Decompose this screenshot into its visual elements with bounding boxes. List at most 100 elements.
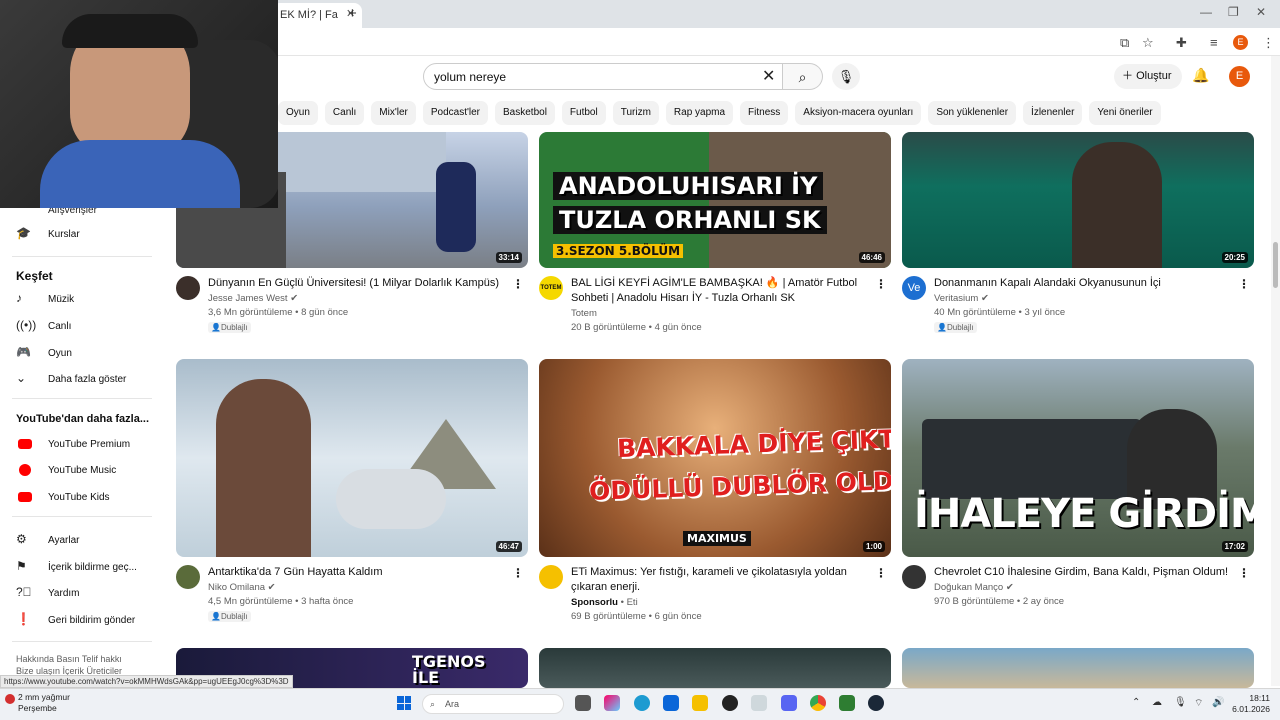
filter-chip[interactable]: Rap yapma — [665, 101, 734, 125]
sidebar-item-report-history[interactable]: ⚑ İçerik bildirme geç... — [16, 557, 137, 575]
video-thumbnail[interactable]: ANADOLUHISARI İY TUZLA ORHANLI SK 3.SEZO… — [539, 132, 891, 268]
install-app-icon[interactable]: ⧉ — [1120, 35, 1129, 51]
channel-name[interactable]: Jesse James West ✔ — [208, 292, 298, 306]
video-thumbnail[interactable]: BAKKALA DİYE ÇIKTI, ÖDÜLLÜ DUBLÖR OLDU! … — [539, 359, 891, 557]
video-thumbnail[interactable]: 20:25 — [902, 132, 1254, 268]
scrollbar-thumb[interactable] — [1273, 242, 1278, 288]
microphone-tray-icon[interactable]: 🎙 — [1174, 697, 1187, 708]
channel-avatar[interactable]: Ve — [902, 276, 926, 300]
sidebar-item-help[interactable]: ?⃝ Yardım — [16, 583, 80, 601]
video-thumbnail[interactable] — [539, 648, 891, 688]
filter-chip[interactable]: Fitness — [740, 101, 789, 125]
app-icon[interactable] — [751, 695, 767, 711]
advertiser-name[interactable]: Eti — [627, 597, 638, 608]
wifi-icon[interactable]: ⌔ — [1194, 697, 1203, 710]
restore-icon[interactable]: ❐ — [1228, 5, 1239, 19]
bookmark-star-icon[interactable]: ☆ — [1142, 35, 1154, 51]
sidebar-item-gaming[interactable]: 🎮 Oyun — [16, 343, 72, 361]
channel-name[interactable]: Niko Omilana ✔ — [208, 581, 276, 595]
search-icon: ⌕ — [430, 699, 436, 709]
browser-profile-avatar[interactable]: E — [1233, 35, 1248, 50]
sidebar-item-youtube-premium[interactable]: YouTube Premium — [16, 434, 130, 452]
video-thumbnail[interactable]: İHALEYE GİRDİM 17:02 — [902, 359, 1254, 557]
filter-chip[interactable]: Mix'ler — [371, 101, 416, 125]
new-tab-button[interactable]: + — [348, 5, 357, 22]
media-control-icon[interactable]: ≡ — [1210, 35, 1218, 50]
search-input[interactable]: yolum nereye — [423, 63, 783, 90]
channel-name-text: Veritasium — [934, 293, 979, 304]
weather-widget[interactable]: 2 mm yağmur Perşembe — [18, 692, 70, 714]
filter-chip[interactable]: Yeni öneriler — [1089, 101, 1161, 125]
channel-avatar[interactable]: TOTEM — [539, 276, 563, 300]
filter-chip[interactable]: Aksiyon-macera oyunları — [795, 101, 922, 125]
sidebar-show-more[interactable]: ⌄ Daha fazla göster — [16, 369, 126, 387]
channel-avatar[interactable] — [539, 565, 563, 589]
sidebar-item-settings[interactable]: ⚙ Ayarlar — [16, 530, 80, 548]
clear-search-icon[interactable]: ✕ — [762, 66, 775, 86]
windows-start-button[interactable] — [397, 696, 411, 710]
notifications-bell-icon[interactable]: 🔔 — [1192, 67, 1209, 84]
taskbar-search[interactable]: ⌕ Ara — [422, 694, 564, 714]
sidebar-item-label: Daha fazla göster — [48, 374, 127, 385]
sidebar-item-youtube-music[interactable]: YouTube Music — [16, 460, 116, 478]
filter-chip[interactable]: Podcast'ler — [422, 101, 488, 125]
more-options-icon[interactable]: ⋮ — [875, 566, 887, 580]
sidebar-item-live[interactable]: ((•)) Canlı — [16, 316, 71, 334]
video-title[interactable]: Donanmanın Kapalı Alandaki Okyanusunun İ… — [934, 276, 1234, 291]
steam-icon[interactable] — [868, 695, 884, 711]
browser-menu-icon[interactable]: ⋮ — [1262, 35, 1275, 51]
sidebar-item-courses[interactable]: 🎓 Kurslar — [16, 224, 80, 242]
file-explorer-icon[interactable] — [692, 695, 708, 711]
filter-chip[interactable]: Oyun — [278, 101, 318, 125]
taskbar-clock[interactable]: 18:11 6.01.2026 — [1230, 693, 1270, 715]
video-title[interactable]: BAL LİGİ KEYFİ AGİM'LE BAMBAŞKA! 🔥 | Ama… — [571, 276, 871, 306]
create-button[interactable]: ＋ Oluştur — [1114, 64, 1182, 89]
channel-name[interactable]: Totem — [571, 307, 597, 321]
channel-avatar[interactable] — [902, 565, 926, 589]
channel-name-text: Jesse James West — [208, 293, 288, 304]
video-title[interactable]: Dünyanın En Güçlü Üniversitesi! (1 Milya… — [208, 276, 508, 291]
search-button[interactable]: ⌕ — [783, 63, 823, 90]
volume-icon[interactable]: 🔊 — [1212, 697, 1224, 708]
filter-chip[interactable]: Canlı — [324, 101, 365, 125]
account-avatar[interactable]: E — [1229, 66, 1250, 87]
filter-chip[interactable]: Son yüklenenler — [928, 101, 1017, 125]
filter-chip[interactable]: Futbol — [561, 101, 606, 125]
footer-line[interactable]: Hakkında Basın Telif hakkı — [16, 653, 122, 665]
channel-avatar[interactable] — [176, 276, 200, 300]
voice-search-button[interactable]: 🎙 — [832, 63, 860, 90]
scrollbar-track[interactable] — [1271, 56, 1280, 686]
more-options-icon[interactable]: ⋮ — [512, 277, 524, 291]
chrome-icon[interactable] — [810, 695, 826, 711]
edge-icon[interactable] — [634, 695, 650, 711]
copilot-icon[interactable] — [604, 695, 620, 711]
video-title[interactable]: Antarktika'da 7 Gün Hayatta Kaldım — [208, 565, 508, 580]
more-options-icon[interactable]: ⋮ — [512, 566, 524, 580]
minimize-icon[interactable]: — — [1200, 5, 1212, 19]
network-tray-icon[interactable]: ☁ — [1152, 697, 1162, 708]
channel-name[interactable]: Veritasium ✔ — [934, 292, 989, 306]
video-thumbnail[interactable]: 46:47 — [176, 359, 528, 557]
app-icon[interactable] — [839, 695, 855, 711]
filter-chip[interactable]: İzlenenler — [1023, 101, 1083, 125]
filter-chip[interactable]: Basketbol — [495, 101, 555, 125]
close-window-icon[interactable]: ✕ — [1256, 5, 1266, 19]
sidebar-item-music[interactable]: ♪ Müzik — [16, 289, 74, 307]
sidebar-item-youtube-kids[interactable]: YouTube Kids — [16, 487, 110, 505]
more-options-icon[interactable]: ⋮ — [1238, 566, 1250, 580]
video-title[interactable]: ETi Maximus: Yer fıstığı, karameli ve çi… — [571, 565, 871, 595]
extensions-icon[interactable]: ✚ — [1176, 35, 1187, 51]
channel-avatar[interactable] — [176, 565, 200, 589]
channel-name[interactable]: Doğukan Manço ✔ — [934, 581, 1014, 595]
store-icon[interactable] — [663, 695, 679, 711]
more-options-icon[interactable]: ⋮ — [875, 277, 887, 291]
video-thumbnail[interactable] — [902, 648, 1254, 688]
sidebar-item-feedback[interactable]: ❗ Geri bildirim gönder — [16, 610, 135, 628]
discord-icon[interactable] — [781, 695, 797, 711]
more-options-icon[interactable]: ⋮ — [1238, 277, 1250, 291]
tray-chevron-icon[interactable]: ⌃ — [1132, 697, 1140, 708]
app-icon[interactable] — [722, 695, 738, 711]
filter-chip[interactable]: Turizm — [612, 101, 659, 125]
video-title[interactable]: Chevrolet C10 İhalesine Girdim, Bana Kal… — [934, 565, 1234, 580]
task-view-icon[interactable] — [575, 695, 591, 711]
